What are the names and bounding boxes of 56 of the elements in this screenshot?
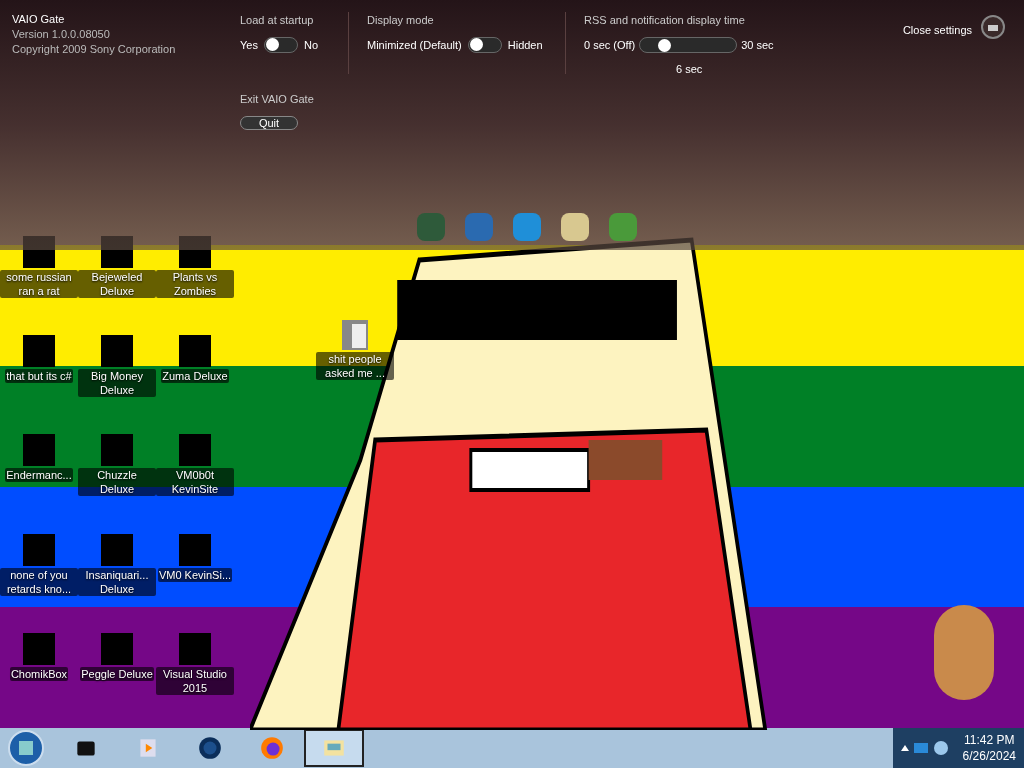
clock-date[interactable]: 6/26/2024 — [962, 748, 1016, 764]
redaction-block — [101, 434, 133, 467]
start-button[interactable] — [6, 729, 46, 767]
redaction-block — [23, 533, 55, 566]
globe-icon — [197, 735, 223, 761]
redaction-block — [179, 434, 211, 467]
app-title: VAIO Gate — [12, 12, 66, 27]
toggle-switch[interactable] — [263, 36, 298, 53]
option-label: No — [303, 37, 318, 53]
icon-label[interactable]: Plants vs Zombies — [156, 270, 234, 298]
setting-label: Display mode — [367, 13, 435, 28]
option-label: 30 sec — [741, 37, 774, 53]
icon-label[interactable]: Visual Studio 2015 — [156, 666, 234, 695]
icon-label[interactable]: shit people asked me ... — [316, 352, 394, 380]
icon-label[interactable]: Zuma Deluxe — [161, 369, 229, 384]
redaction-block — [23, 434, 55, 467]
option-label: Hidden — [507, 37, 543, 53]
setting-label: Load at startup — [240, 13, 315, 28]
icon-label[interactable]: Insaniquari... Deluxe — [78, 567, 156, 596]
setting-label: RSS and notification display time — [584, 13, 746, 28]
redaction-block — [23, 632, 55, 665]
icon-label[interactable]: some russian ran a rat — [0, 270, 78, 298]
caret-icon[interactable] — [900, 744, 909, 752]
icon-label[interactable]: Big Money Deluxe — [78, 369, 156, 398]
slider-track[interactable] — [639, 36, 738, 53]
slider-value: 6 sec — [675, 62, 704, 77]
version-text: Version 1.0.0.08050 — [12, 27, 111, 42]
redaction-block — [179, 533, 211, 566]
speaker-icon[interactable] — [932, 740, 949, 756]
toggle-switch[interactable] — [467, 36, 502, 53]
icon-label[interactable]: Peggle Deluxe — [80, 666, 154, 681]
redaction-block — [101, 632, 133, 665]
icon-label[interactable]: none of you retards kno... — [0, 567, 78, 596]
icon-label[interactable]: Chuzzle Deluxe — [78, 468, 156, 497]
clock-time[interactable]: 11:42 PM — [964, 732, 1015, 748]
option-label: Yes — [240, 37, 258, 53]
icon-label[interactable]: that but its c# — [5, 369, 73, 384]
icon-label[interactable]: VM0b0t KevinSite — [156, 468, 234, 497]
icon-label[interactable]: VM0 KevinSi... — [157, 567, 233, 582]
redaction-block — [101, 335, 133, 368]
folder-icon — [340, 318, 370, 352]
toolbox-icon[interactable] — [980, 14, 1006, 40]
option-label: 0 sec (Off) — [584, 37, 636, 53]
copyright-text: Copyright 2009 Sony Corporation — [12, 42, 177, 57]
browser-icon — [259, 735, 285, 761]
slider-thumb[interactable] — [657, 38, 671, 52]
taskbar-button[interactable] — [304, 729, 364, 767]
option-label: Minimized (Default) — [367, 37, 462, 53]
redaction-block — [179, 335, 211, 368]
redaction-block — [101, 533, 133, 566]
close-settings-link[interactable]: Close settings — [902, 22, 972, 39]
quit-button[interactable]: Quit — [240, 115, 298, 130]
icon-label[interactable]: Bejeweled Deluxe — [78, 270, 156, 298]
redaction-block — [179, 632, 211, 665]
redaction-block — [23, 335, 55, 368]
setting-label: Exit VAIO Gate — [240, 92, 315, 107]
